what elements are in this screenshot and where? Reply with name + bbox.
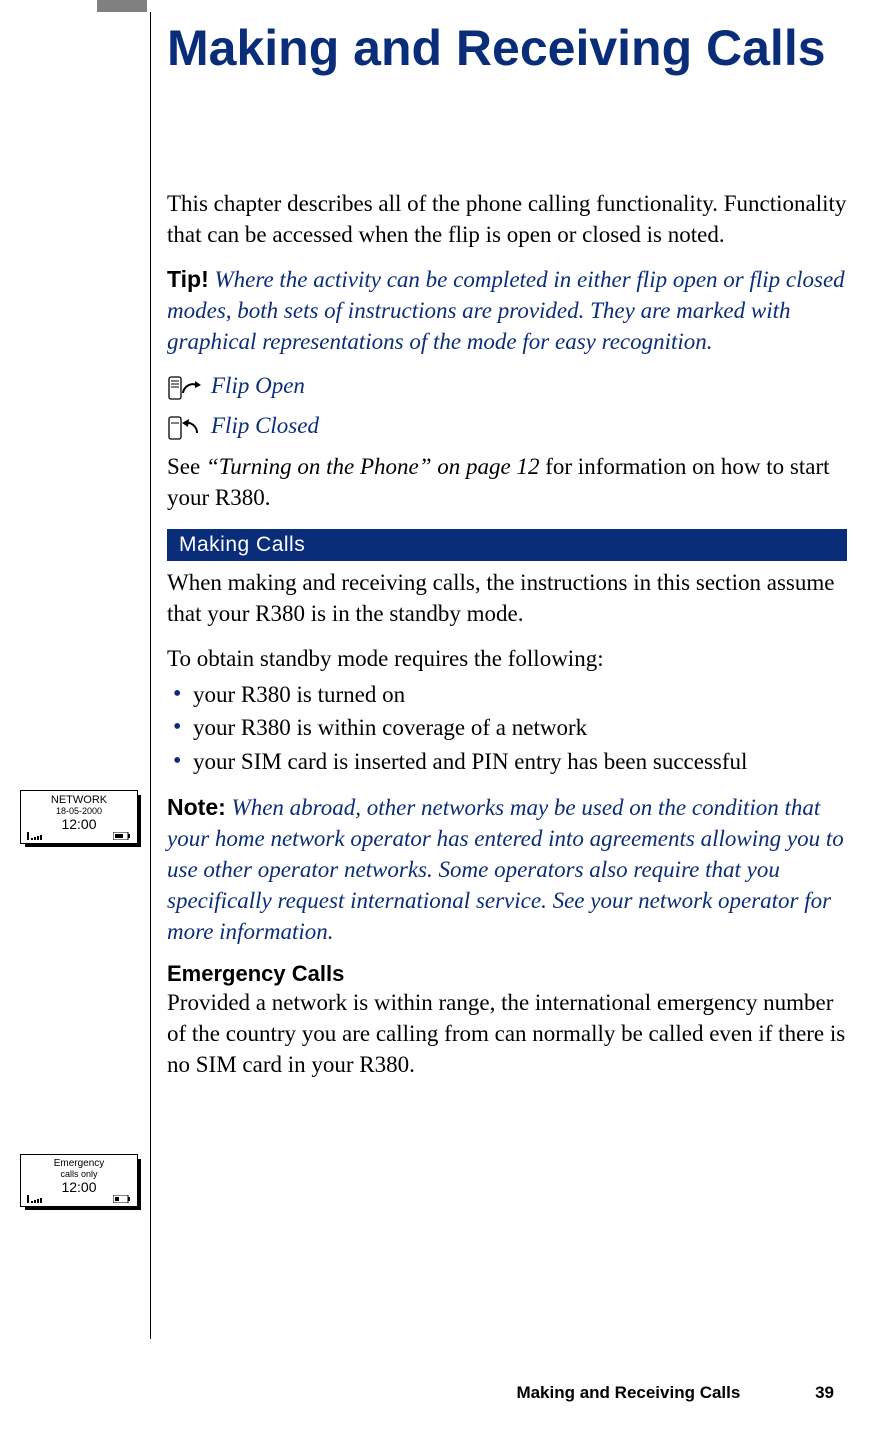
- signal-strength-icon: [27, 1195, 49, 1203]
- left-rule: [150, 12, 151, 1339]
- page-title: Making and Receiving Calls: [167, 20, 847, 78]
- see-ref: “Turning on the Phone” on page 12: [206, 454, 540, 479]
- tip-lead: Tip!: [167, 266, 209, 292]
- intro-paragraph: This chapter describes all of the phone …: [167, 188, 847, 250]
- note-body: When abroad, other networks may be used …: [167, 795, 844, 944]
- screen-emergency-label-2: calls only: [25, 1170, 133, 1179]
- page-content: Making and Receiving Calls This chapter …: [167, 20, 847, 1094]
- standby-screen-figure: NETWORK 18-05-2000 12:00: [20, 790, 138, 844]
- phone-screen: NETWORK 18-05-2000 12:00: [20, 790, 138, 844]
- note-lead: Note:: [167, 794, 226, 820]
- emergency-body: Provided a network is within range, the …: [167, 987, 847, 1080]
- tip-body: Where the activity can be completed in e…: [167, 267, 845, 354]
- section1-para2: To obtain standby mode requires the foll…: [167, 643, 847, 674]
- signal-strength-icon: [27, 832, 49, 840]
- section-heading-making-calls: Making Calls: [167, 529, 847, 561]
- battery-icon: [113, 832, 131, 840]
- flip-open-label: Flip Open: [211, 373, 305, 399]
- flip-closed-row: Flip Closed: [167, 411, 847, 441]
- see-pre: See: [167, 454, 206, 479]
- list-item: your SIM card is inserted and PIN entry …: [167, 745, 847, 778]
- footer-page-number: 39: [815, 1383, 834, 1402]
- flip-closed-label: Flip Closed: [211, 413, 319, 439]
- page-footer: Making and Receiving Calls 39: [516, 1383, 834, 1403]
- emergency-screen-figure: Emergency calls only 12:00: [20, 1154, 138, 1207]
- screen-time: 12:00: [25, 1179, 133, 1195]
- standby-requirements-list: your R380 is turned on your R380 is with…: [167, 678, 847, 778]
- phone-screen: Emergency calls only 12:00: [20, 1154, 138, 1207]
- list-item: your R380 is turned on: [167, 678, 847, 711]
- note-paragraph: Note: When abroad, other networks may be…: [167, 792, 847, 947]
- see-reference: See “Turning on the Phone” on page 12 fo…: [167, 451, 847, 513]
- screen-time: 12:00: [25, 816, 133, 832]
- flip-closed-icon: [167, 411, 203, 441]
- flip-open-icon: [167, 371, 203, 401]
- battery-icon: [113, 1195, 131, 1203]
- tip-paragraph: Tip! Where the activity can be completed…: [167, 264, 847, 357]
- section1-para1: When making and receiving calls, the ins…: [167, 567, 847, 629]
- screen-emergency-label-1: Emergency: [25, 1159, 133, 1170]
- screen-network-label: NETWORK: [25, 795, 133, 807]
- screen-date: 18-05-2000: [25, 807, 133, 816]
- footer-title: Making and Receiving Calls: [516, 1383, 740, 1402]
- flip-open-row: Flip Open: [167, 371, 847, 401]
- emergency-heading: Emergency Calls: [167, 961, 847, 987]
- page-edge-tab: [97, 0, 147, 12]
- list-item: your R380 is within coverage of a networ…: [167, 711, 847, 744]
